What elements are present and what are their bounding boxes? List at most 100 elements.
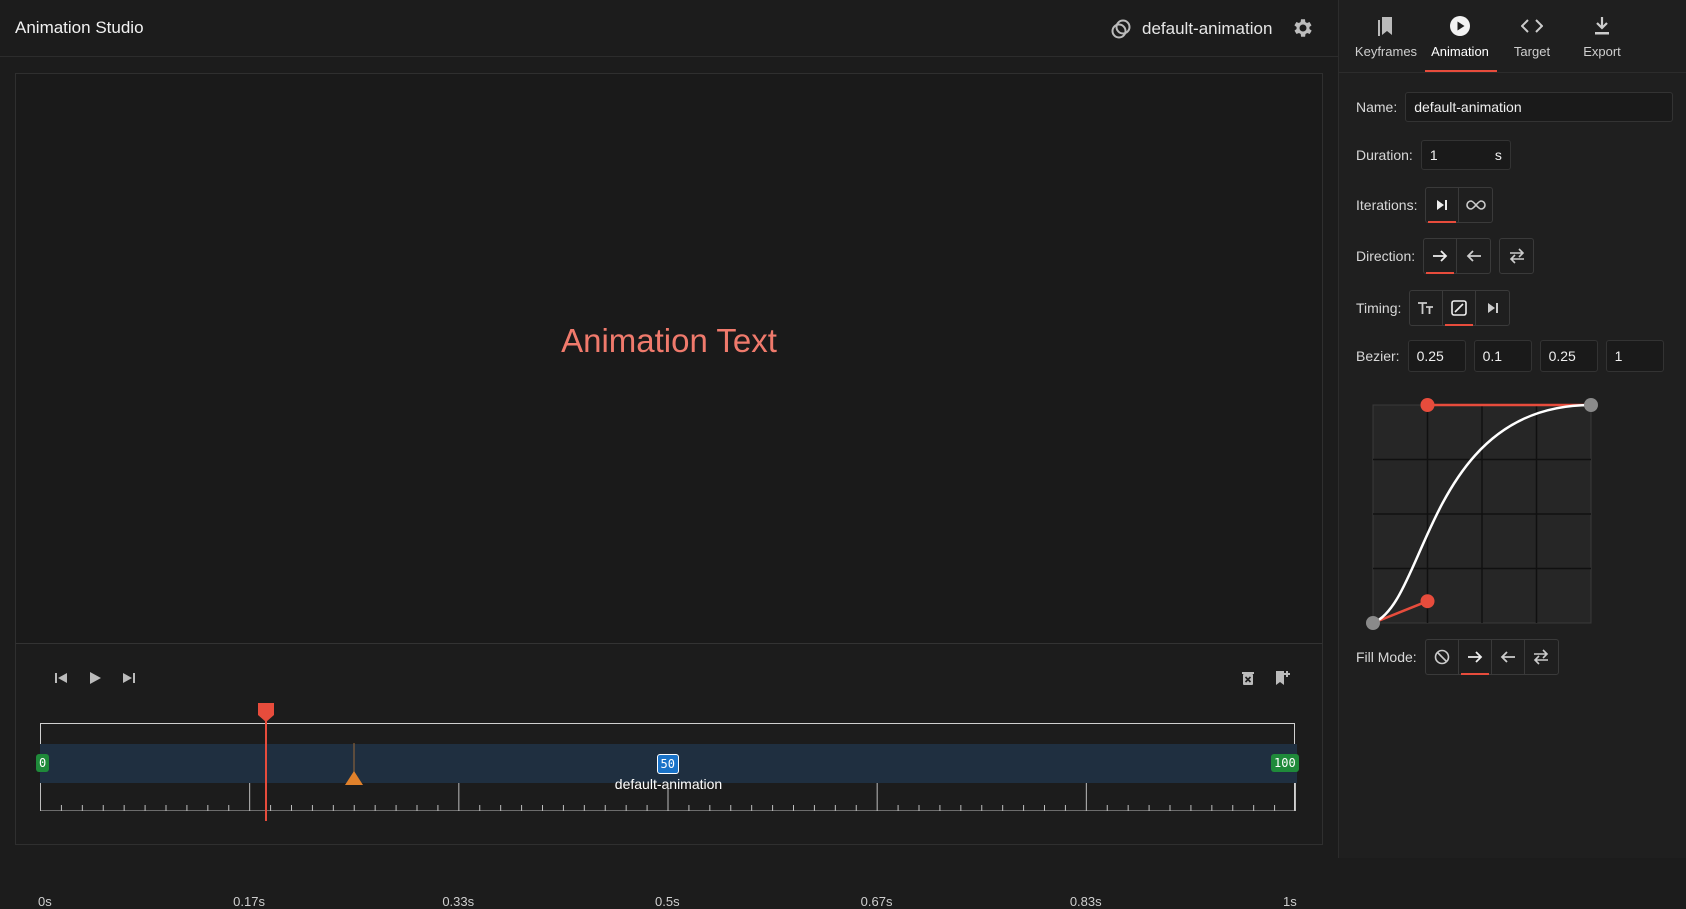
animation-name: default-animation bbox=[1142, 19, 1273, 38]
bezier-x1-input[interactable]: 0.25 bbox=[1407, 340, 1466, 372]
bezier-y2-input[interactable]: 1 bbox=[1605, 340, 1664, 372]
direction-reverse-button[interactable] bbox=[1457, 239, 1490, 273]
bezier-row: Bezier: 0.25 0.1 0.25 1 bbox=[1356, 340, 1664, 372]
fill-mode-backwards-button[interactable] bbox=[1492, 640, 1525, 674]
playhead[interactable] bbox=[256, 701, 276, 821]
fill-mode-none-button[interactable] bbox=[1426, 640, 1459, 674]
properties-panel: Keyframes Animation Target Export Name: … bbox=[1338, 0, 1686, 858]
block-icon bbox=[1434, 649, 1449, 665]
control-point-2[interactable] bbox=[1420, 398, 1435, 412]
fill-mode-both-button[interactable] bbox=[1525, 640, 1558, 674]
time-marker-icon[interactable] bbox=[342, 743, 366, 787]
bezier-label: Bezier: bbox=[1356, 348, 1400, 364]
direction-forward-button[interactable] bbox=[1424, 239, 1458, 274]
arrow-left-icon bbox=[1466, 250, 1481, 262]
direction-row: Direction: bbox=[1356, 238, 1535, 274]
top-bar: Animation Studio default-animation bbox=[0, 0, 1338, 57]
play-icon bbox=[90, 672, 101, 684]
timeline-panel: default-animation 0 50 100 0s 0.17s 0.33… bbox=[15, 643, 1323, 909]
tick-label-0: 0s bbox=[38, 894, 52, 909]
animation-rings-icon bbox=[1111, 19, 1131, 39]
timing-bezier-button[interactable] bbox=[1443, 291, 1477, 326]
bezier-curve-icon bbox=[1451, 300, 1468, 316]
play-button[interactable] bbox=[83, 666, 107, 690]
swap-horizontal-icon bbox=[1534, 649, 1549, 665]
direction-alternate-button[interactable] bbox=[1500, 239, 1533, 273]
bookmarks-icon bbox=[1378, 17, 1392, 36]
duration-row: Duration: 1 s bbox=[1356, 140, 1511, 170]
timing-group bbox=[1409, 290, 1511, 326]
fill-mode-group bbox=[1424, 639, 1559, 675]
tick-label-6: 1s bbox=[1283, 894, 1297, 909]
tab-export[interactable]: Export bbox=[1567, 14, 1637, 59]
control-point-1[interactable] bbox=[1420, 594, 1435, 609]
iterations-row: Iterations: bbox=[1356, 187, 1494, 223]
skip-start-icon bbox=[55, 673, 67, 683]
tick-label-5: 0.83s bbox=[1069, 894, 1102, 909]
bezier-editor[interactable] bbox=[1359, 394, 1599, 634]
code-icon bbox=[1521, 19, 1543, 33]
keyframe-0-badge[interactable]: 0 bbox=[36, 754, 50, 772]
tab-target[interactable]: Target bbox=[1497, 14, 1567, 59]
name-input[interactable]: default-animation bbox=[1405, 92, 1674, 122]
animation-selector[interactable]: default-animation bbox=[1110, 18, 1272, 40]
duration-value: 1 bbox=[1429, 147, 1438, 163]
tick-label-3: 0.5s bbox=[655, 894, 680, 909]
tick-label-4: 0.67s bbox=[860, 894, 893, 909]
play-circle-icon bbox=[1450, 16, 1470, 36]
infinity-icon bbox=[1466, 200, 1486, 210]
bezier-x2-input[interactable]: 0.25 bbox=[1539, 340, 1598, 372]
iterations-infinite-button[interactable] bbox=[1459, 188, 1492, 222]
tab-animation[interactable]: Animation bbox=[1425, 14, 1495, 59]
skip-to-end-button[interactable] bbox=[117, 666, 141, 690]
animation-text: Animation Text bbox=[561, 322, 777, 359]
tick-label-1: 0.17s bbox=[233, 894, 265, 909]
timeline-track[interactable]: default-animation 0 50 100 0s 0.17s 0.33… bbox=[36, 703, 1299, 909]
add-keyframe-button[interactable] bbox=[1270, 666, 1294, 690]
arrow-left-icon bbox=[1500, 651, 1515, 663]
panel-tabs: Keyframes Animation Target Export bbox=[1339, 0, 1686, 73]
duration-unit: s bbox=[1494, 147, 1502, 163]
play-once-icon bbox=[1437, 200, 1448, 210]
direction-alternate-group bbox=[1499, 238, 1535, 274]
tab-label: Animation bbox=[1431, 44, 1489, 59]
bezier-y1-input[interactable]: 0.1 bbox=[1473, 340, 1532, 372]
direction-group bbox=[1423, 238, 1492, 274]
active-tab-indicator bbox=[1425, 70, 1497, 72]
tab-label: Keyframes bbox=[1354, 44, 1418, 59]
name-row: Name: default-animation bbox=[1356, 92, 1674, 122]
skip-end-icon bbox=[123, 673, 135, 683]
app-title: Animation Studio bbox=[15, 18, 144, 37]
direction-label: Direction: bbox=[1356, 248, 1416, 264]
delete-keyframe-button[interactable] bbox=[1236, 666, 1260, 690]
delete-icon bbox=[1242, 672, 1254, 685]
preview-stage: Animation Text bbox=[15, 73, 1323, 645]
skip-to-start-button[interactable] bbox=[49, 666, 73, 690]
duration-input[interactable]: 1 s bbox=[1420, 140, 1511, 170]
fill-mode-label: Fill Mode: bbox=[1356, 649, 1417, 665]
arrow-right-icon bbox=[1467, 651, 1482, 663]
bookmark-add-icon bbox=[1276, 671, 1290, 685]
gear-icon[interactable] bbox=[1290, 16, 1314, 40]
timing-preset-button[interactable] bbox=[1410, 291, 1444, 325]
tab-label: Target bbox=[1513, 44, 1551, 59]
fill-mode-row: Fill Mode: bbox=[1356, 639, 1559, 675]
keyframe-100-badge[interactable]: 100 bbox=[1271, 754, 1299, 772]
duration-label: Duration: bbox=[1356, 147, 1413, 163]
swap-horizontal-icon bbox=[1509, 248, 1524, 264]
timing-steps-button[interactable] bbox=[1476, 291, 1509, 325]
curve-end-point bbox=[1584, 398, 1598, 412]
name-label: Name: bbox=[1356, 99, 1398, 115]
keyframe-50-badge[interactable]: 50 bbox=[656, 754, 679, 774]
iterations-once-button[interactable] bbox=[1426, 188, 1460, 223]
fill-mode-forwards-button[interactable] bbox=[1459, 640, 1492, 675]
arrow-right-icon bbox=[1433, 250, 1448, 262]
tab-label: Export bbox=[1583, 44, 1621, 59]
text-size-icon bbox=[1418, 302, 1434, 314]
timing-row: Timing: bbox=[1356, 290, 1511, 326]
iterations-group bbox=[1425, 187, 1494, 223]
tab-keyframes[interactable]: Keyframes bbox=[1351, 14, 1421, 59]
download-icon bbox=[1595, 17, 1609, 35]
tick-label-2: 0.33s bbox=[442, 894, 475, 909]
steps-icon bbox=[1487, 303, 1498, 313]
